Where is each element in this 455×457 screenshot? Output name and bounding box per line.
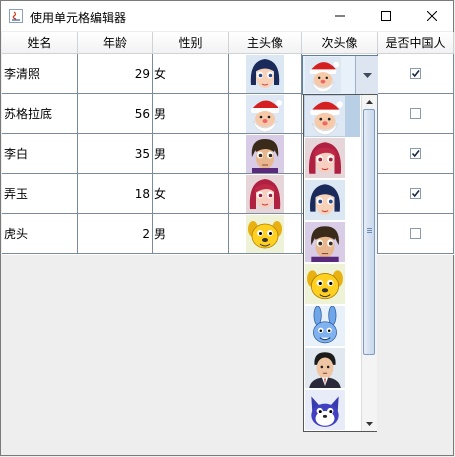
- santa-avatar-icon: [305, 96, 345, 136]
- combo-dropdown-button[interactable]: [355, 56, 378, 94]
- dropdown-option-boy-dark-hair-avatar[interactable]: [304, 221, 360, 263]
- chinese-checkbox-cell[interactable]: [378, 54, 454, 94]
- girl-blue-hair-avatar-icon: [305, 180, 345, 220]
- gender-cell[interactable]: 男: [153, 134, 229, 174]
- table-row[interactable]: 弄玉 18 女: [2, 174, 454, 214]
- maximize-icon: [381, 11, 391, 21]
- table-row[interactable]: 李白 35 男: [2, 134, 454, 174]
- column-header-main-avatar[interactable]: 主头像: [229, 32, 302, 54]
- dropdown-option-santa-avatar[interactable]: [304, 95, 360, 137]
- column-header-second-avatar[interactable]: 次头像: [302, 32, 378, 54]
- age-cell[interactable]: 56: [78, 94, 153, 134]
- chinese-checkbox[interactable]: [410, 68, 421, 79]
- avatar-dropdown-list: [303, 94, 377, 432]
- name-cell[interactable]: 虎头: [2, 214, 78, 254]
- minimize-button[interactable]: [317, 1, 363, 31]
- column-header-age[interactable]: 年龄: [78, 32, 153, 54]
- yellow-dog-avatar-icon: [246, 214, 284, 253]
- gender-cell[interactable]: 女: [153, 174, 229, 214]
- age-cell[interactable]: 29: [78, 54, 153, 94]
- blue-rabbit-avatar-icon: [305, 306, 345, 346]
- name-cell[interactable]: 苏格拉底: [2, 94, 78, 134]
- checkmark-icon: [411, 190, 420, 198]
- girl-red-hair-avatar-icon: [305, 138, 345, 178]
- dropdown-option-yellow-dog-avatar[interactable]: [304, 263, 360, 305]
- table-header: 姓名 年龄 性别 主头像 次头像 是否中国人: [2, 32, 454, 54]
- name-cell[interactable]: 李清照: [2, 54, 78, 94]
- main-avatar-cell[interactable]: [229, 214, 302, 254]
- scroll-down-button[interactable]: [362, 417, 377, 431]
- chinese-checkbox-cell[interactable]: [378, 214, 454, 254]
- person-table: 姓名 年龄 性别 主头像 次头像 是否中国人 李清照 29 女苏格拉底 56 男李白 35 男弄玉 18…: [2, 32, 454, 255]
- java-app-icon: [9, 9, 23, 23]
- column-header-name[interactable]: 姓名: [2, 32, 78, 54]
- main-avatar-cell[interactable]: [229, 134, 302, 174]
- gender-cell[interactable]: 男: [153, 214, 229, 254]
- santa-avatar-icon: [305, 57, 341, 93]
- name-cell[interactable]: 弄玉: [2, 174, 78, 214]
- scroll-up-icon: [366, 100, 373, 104]
- table-row[interactable]: 苏格拉底 56 男: [2, 94, 454, 134]
- column-header-chinese[interactable]: 是否中国人: [378, 32, 454, 54]
- dropdown-scrollbar[interactable]: [361, 95, 377, 431]
- dropdown-option-blue-rabbit-avatar[interactable]: [304, 305, 360, 347]
- yellow-dog-avatar-icon: [305, 264, 345, 304]
- dropdown-option-man-suit-avatar[interactable]: [304, 347, 360, 389]
- column-header-gender[interactable]: 性别: [153, 32, 229, 54]
- table-row[interactable]: 李清照 29 女: [2, 54, 454, 94]
- chinese-checkbox-cell[interactable]: [378, 174, 454, 214]
- main-avatar-cell[interactable]: [229, 174, 302, 214]
- boy-dark-hair-avatar-icon: [246, 134, 284, 173]
- scroll-up-button[interactable]: [362, 95, 377, 109]
- second-avatar-combo[interactable]: [302, 55, 378, 95]
- close-icon: [427, 11, 437, 21]
- girl-blue-hair-avatar-icon: [246, 54, 284, 93]
- dropdown-option-girl-red-hair-avatar[interactable]: [304, 137, 360, 179]
- blue-cat-avatar-icon: [305, 390, 345, 430]
- gender-cell[interactable]: 女: [153, 54, 229, 94]
- app-window: 使用单元格编辑器 姓名 年龄 性别 主头像 次头像 是否中国人 李清照 29 女苏格拉底 56 男…: [0, 0, 454, 456]
- gender-cell[interactable]: 男: [153, 94, 229, 134]
- checkmark-icon: [411, 150, 420, 158]
- chinese-checkbox[interactable]: [410, 228, 421, 239]
- close-button[interactable]: [409, 1, 455, 31]
- man-suit-avatar-icon: [305, 348, 345, 388]
- window-title: 使用单元格编辑器: [30, 11, 127, 25]
- girl-red-hair-avatar-icon: [246, 174, 284, 213]
- dropdown-option-girl-blue-hair-avatar[interactable]: [304, 179, 360, 221]
- chinese-checkbox[interactable]: [410, 188, 421, 199]
- scrollbar-thumb[interactable]: [363, 109, 375, 355]
- table-row[interactable]: 虎头 2 男: [2, 214, 454, 254]
- dropdown-option-blue-cat-avatar[interactable]: [304, 389, 360, 431]
- minimize-icon: [335, 15, 345, 17]
- maximize-button[interactable]: [363, 1, 409, 31]
- chinese-checkbox-cell[interactable]: [378, 94, 454, 134]
- name-cell[interactable]: 李白: [2, 134, 78, 174]
- scroll-down-icon: [366, 422, 373, 426]
- chinese-checkbox[interactable]: [410, 108, 421, 119]
- main-avatar-cell[interactable]: [229, 54, 302, 94]
- main-avatar-cell[interactable]: [229, 94, 302, 134]
- grip-icon: [367, 228, 372, 233]
- chevron-down-icon: [362, 72, 372, 78]
- age-cell[interactable]: 35: [78, 134, 153, 174]
- chinese-checkbox[interactable]: [410, 148, 421, 159]
- checkmark-icon: [411, 70, 420, 78]
- santa-avatar-icon: [246, 94, 284, 133]
- boy-dark-hair-avatar-icon: [305, 222, 345, 262]
- age-cell[interactable]: 18: [78, 174, 153, 214]
- age-cell[interactable]: 2: [78, 214, 153, 254]
- title-bar: 使用单元格编辑器: [1, 1, 453, 31]
- chinese-checkbox-cell[interactable]: [378, 134, 454, 174]
